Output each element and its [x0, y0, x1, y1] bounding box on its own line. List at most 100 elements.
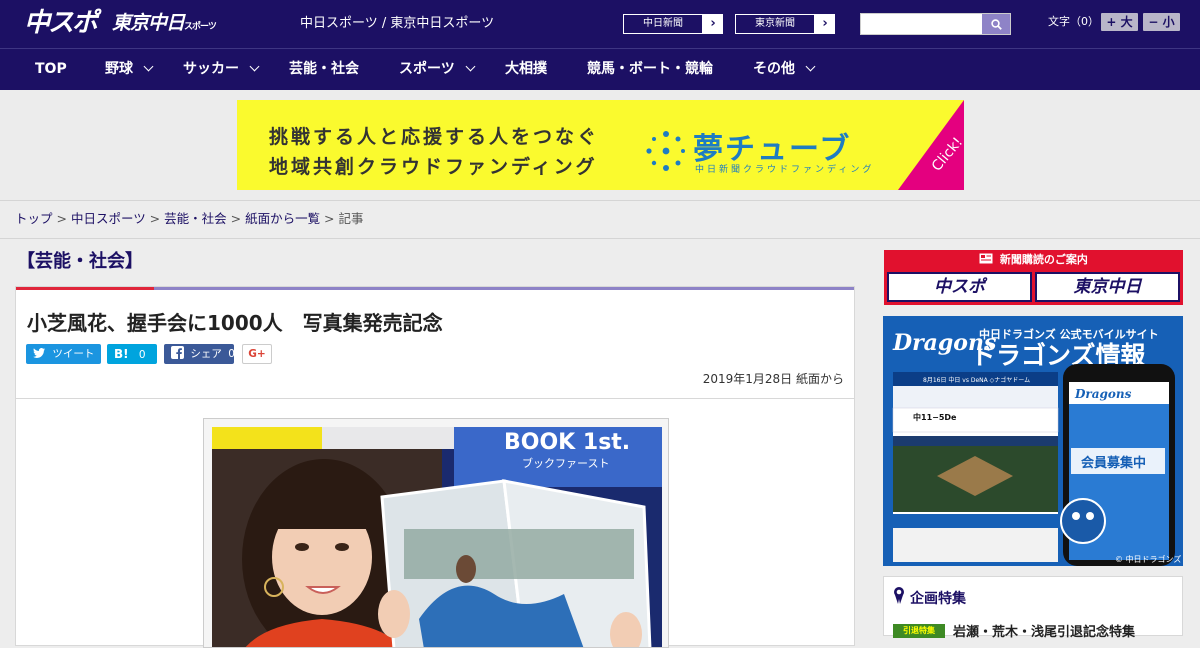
facebook-share-label: シェア — [190, 348, 222, 360]
special-features-box: 企画特集 引退特集 岩瀬・荒木・浅尾引退記念特集 — [883, 576, 1183, 640]
nav-item-label: その他 — [753, 61, 795, 77]
hatena-count: 0 — [138, 349, 146, 361]
nav-item-sports[interactable]: スポーツ — [399, 49, 476, 90]
breadcrumb-separator: > — [320, 211, 339, 226]
site-links[interactable]: 中日スポーツ / 東京中日スポーツ — [300, 15, 494, 33]
tweet-button[interactable]: ツイート — [26, 344, 101, 364]
newspaper-icon — [979, 253, 993, 264]
hatena-icon: B! — [114, 347, 129, 361]
banner-line2: 地域共創クラウドファンディング — [269, 156, 598, 178]
search-input[interactable] — [861, 14, 983, 34]
nav-item-label: 芸能・社会 — [289, 61, 359, 77]
dragons-ad-small-title: 中日ドラゴンズ 公式モバイルサイト — [979, 327, 1159, 341]
breadcrumb-link-entertainment[interactable]: 芸能・社会 — [164, 211, 227, 226]
chunichi-sports-logo[interactable]: 中スポ — [24, 6, 98, 40]
subscription-header-label: 新聞購読のご案内 — [999, 253, 1088, 266]
search-button[interactable] — [982, 14, 1010, 34]
special-features-title: 企画特集 — [910, 591, 966, 607]
nav-item-sumo[interactable]: 大相撲 — [505, 49, 547, 90]
chevron-right-icon: › — [822, 16, 828, 31]
subscribe-tokyo-chunichi-button[interactable]: 東京中日 — [1035, 272, 1180, 302]
font-size-up-button[interactable]: + 大 — [1101, 13, 1138, 31]
google-plus-button[interactable]: G+ — [242, 344, 272, 364]
breadcrumb-separator: > — [226, 211, 246, 226]
hatena-bookmark-button[interactable]: B! 0 — [107, 344, 157, 364]
article-date: 2019年1月28日 紙面から — [702, 372, 844, 386]
facebook-icon — [171, 346, 184, 359]
nav-item-label: 野球 — [105, 61, 133, 77]
nav-item-top[interactable]: TOP — [35, 49, 67, 90]
breadcrumb-link-chunichi-sports[interactable]: 中日スポーツ — [71, 211, 146, 226]
article-top-accent — [16, 287, 154, 290]
chevron-down-icon — [465, 61, 476, 72]
nav-item-label: スポーツ — [399, 61, 455, 77]
special-feature-item[interactable]: 引退特集 岩瀬・荒木・浅尾引退記念特集 — [893, 621, 1135, 640]
article-photo-image: BOOK 1st. ブックファースト — [204, 419, 668, 647]
banner-brand-sub: 中日新聞クラウドファンディング — [695, 165, 875, 175]
article-top-border — [16, 287, 854, 290]
chunichi-shimbun-button[interactable]: 中日新聞 › — [622, 13, 724, 35]
tokyo-shimbun-label: 東京新聞 — [735, 14, 815, 34]
banner-area: 挑戦する人と応援する人をつなぐ 地域共創クラウドファンディング 夢チューブ 中日… — [0, 90, 1200, 201]
ribbon-icon — [894, 587, 904, 604]
tokyo-chunichi-logo-text: 東京中日 — [112, 12, 185, 34]
article-photo[interactable]: BOOK 1st. ブックファースト — [203, 418, 669, 648]
chevron-down-icon — [249, 61, 260, 72]
nav-item-label: 競馬・ボート・競輪 — [587, 61, 713, 77]
subscribe-chuspo-button[interactable]: 中スポ — [887, 272, 1032, 302]
category-heading: 【芸能・社会】 — [17, 251, 143, 272]
divider — [16, 398, 854, 399]
font-size-down-button[interactable]: − 小 — [1143, 13, 1180, 31]
tokyo-chunichi-logo-small: スポーツ — [184, 22, 217, 32]
search-icon — [990, 18, 1002, 30]
main-nav: TOP 野球 サッカー 芸能・社会 スポーツ 大相撲 競馬・ボート・競輪 その他 — [0, 48, 1200, 90]
subscription-box: 新聞購読のご案内 中スポ 東京中日 — [884, 250, 1183, 305]
nav-item-soccer[interactable]: サッカー — [183, 49, 260, 90]
article-card: 小芝風花、握手会に1000人 写真集発売記念 ツイート B! 0 シェア 0 G… — [15, 286, 855, 648]
breadcrumb-link-list[interactable]: 紙面から一覧 — [245, 211, 320, 226]
breadcrumb: トップ > 中日スポーツ > 芸能・社会 > 紙面から一覧 > 記事 — [15, 210, 364, 228]
breadcrumb-link-top[interactable]: トップ — [15, 211, 53, 226]
twitter-icon — [33, 348, 45, 358]
chunichi-shimbun-label: 中日新聞 — [623, 14, 703, 34]
special-feature-label: 岩瀬・荒木・浅尾引退記念特集 — [953, 625, 1136, 640]
chevron-down-icon — [143, 61, 154, 72]
dragons-game-line: 8月16日 中日 vs DeNA ◇ナゴヤドーム — [923, 376, 1030, 384]
dragons-mobile-ad[interactable]: Dragons 中日ドラゴンズ 公式モバイルサイト ドラゴンズ情報 8月16日 … — [883, 316, 1183, 566]
nav-item-label: サッカー — [183, 61, 239, 77]
nav-item-other[interactable]: その他 — [753, 49, 816, 90]
search-box — [860, 13, 1011, 35]
phone-dragons-logo: Dragons — [1074, 387, 1132, 401]
breadcrumb-separator: > — [52, 211, 71, 226]
facebook-share-count: 0 — [228, 348, 235, 360]
yume-tube-banner[interactable]: 挑戦する人と応援する人をつなぐ 地域共創クラウドファンディング 夢チューブ 中日… — [237, 100, 964, 190]
nav-item-baseball[interactable]: 野球 — [105, 49, 154, 90]
nav-item-label: 大相撲 — [505, 61, 547, 77]
tokyo-shimbun-button[interactable]: 東京新聞 › — [734, 13, 836, 35]
banner-line1: 挑戦する人と応援する人をつなぐ — [269, 126, 600, 148]
dragons-ad-art: Dragons 中日ドラゴンズ 公式モバイルサイト ドラゴンズ情報 8月16日 … — [883, 316, 1183, 566]
article-headline: 小芝風花、握手会に1000人 写真集発売記念 — [27, 311, 443, 335]
click-corner: Click! — [898, 100, 964, 190]
nav-item-racing[interactable]: 競馬・ボート・競輪 — [587, 49, 713, 90]
dragons-copyright: © 中日ドラゴンズ — [1115, 554, 1181, 564]
dot-circle-icon — [646, 131, 685, 171]
subscription-header: 新聞購読のご案内 — [884, 250, 1183, 270]
top-bar: 中スポ 東京中日スポーツ 中日スポーツ / 東京中日スポーツ 中日新聞 › 東京… — [0, 0, 1200, 48]
nav-item-entertainment[interactable]: 芸能・社会 — [289, 49, 359, 90]
font-size-label: 文字（0） — [1048, 15, 1099, 28]
breadcrumb-separator: > — [145, 211, 165, 226]
facebook-share-button[interactable]: シェア 0 — [164, 344, 235, 364]
divider — [0, 238, 1200, 239]
chevron-right-icon: › — [710, 16, 716, 31]
google-plus-icon: G+ — [248, 348, 266, 360]
tokyo-chunichi-logo[interactable]: 東京中日スポーツ — [112, 10, 217, 40]
breadcrumb-current: 記事 — [338, 211, 364, 226]
tweet-label: ツイート — [52, 348, 95, 360]
chevron-down-icon — [805, 61, 816, 72]
store-sign: BOOK 1st. — [504, 430, 630, 455]
store-sign-sub: ブックファースト — [522, 456, 609, 470]
special-feature-thumb: 引退特集 — [893, 623, 945, 638]
nav-item-label: TOP — [35, 61, 67, 77]
dragons-member-label: 会員募集中 — [1081, 455, 1146, 471]
